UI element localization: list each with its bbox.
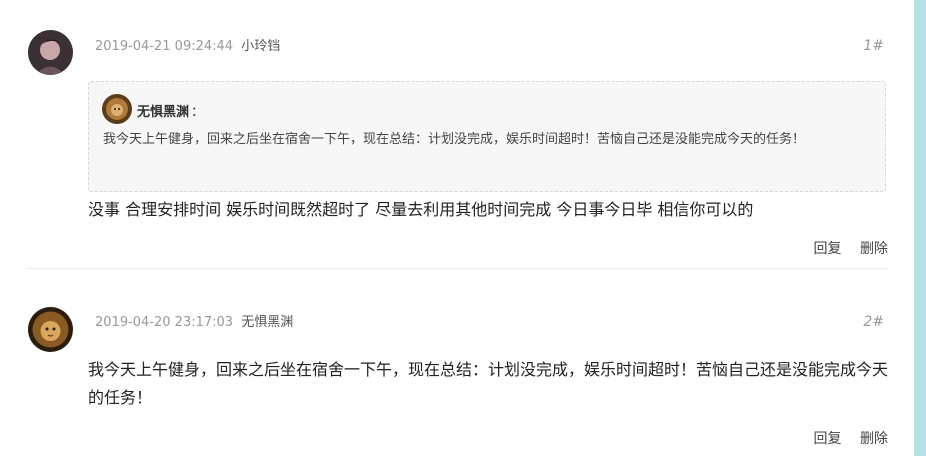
comment-actions: 回复 删除 <box>800 238 888 258</box>
divider <box>28 268 888 269</box>
comment-item: 2019-04-21 09:24:44 小玲铛 1# 无惧黑渊： 我今天上午健身… <box>0 0 914 268</box>
comment-actions: 回复 删除 <box>800 428 888 448</box>
comment-meta: 2019-04-21 09:24:44 小玲铛 <box>95 39 280 55</box>
comment-text: 我今天上午健身，回来之后坐在宿舍一下午，现在总结：计划没完成，娱乐时间超时！苦恼… <box>88 360 889 407</box>
reply-button[interactable]: 回复 <box>814 431 842 447</box>
comment-author[interactable]: 无惧黑渊 <box>241 315 293 330</box>
comment-time: 2019-04-21 09:24:44 <box>95 39 234 54</box>
floor-number: 1# <box>863 38 884 54</box>
quote-text: 我今天上午健身，回来之后坐在宿舍一下午，现在总结：计划没完成，娱乐时间超时！苦恼… <box>103 132 806 147</box>
floor-number: 2# <box>863 314 884 330</box>
comment-time: 2019-04-20 23:17:03 <box>95 315 234 330</box>
comment-text: 没事 合理安排时间 娱乐时间既然超时了 尽量去利用其他时间完成 今日事今日毕 相… <box>88 200 754 219</box>
avatar[interactable] <box>28 30 73 75</box>
comment-meta: 2019-04-20 23:17:03 无惧黑渊 <box>95 315 293 331</box>
delete-button[interactable]: 删除 <box>860 431 888 447</box>
comment-item: 2019-04-20 23:17:03 无惧黑渊 2# 我今天上午健身，回来之后… <box>0 290 914 456</box>
comment-author[interactable]: 小玲铛 <box>241 39 280 54</box>
quote-author: 无惧黑渊： <box>137 101 204 120</box>
quote-colon: ： <box>191 105 205 120</box>
reply-button[interactable]: 回复 <box>814 241 842 257</box>
avatar[interactable] <box>28 307 73 352</box>
quoted-comment: 无惧黑渊： 我今天上午健身，回来之后坐在宿舍一下午，现在总结：计划没完成，娱乐时… <box>88 81 886 192</box>
quote-author-name[interactable]: 无惧黑渊 <box>137 105 189 120</box>
comment-panel: 2019-04-21 09:24:44 小玲铛 1# 无惧黑渊： 我今天上午健身… <box>0 0 914 456</box>
delete-button[interactable]: 删除 <box>860 241 888 257</box>
quote-avatar[interactable] <box>102 94 132 124</box>
